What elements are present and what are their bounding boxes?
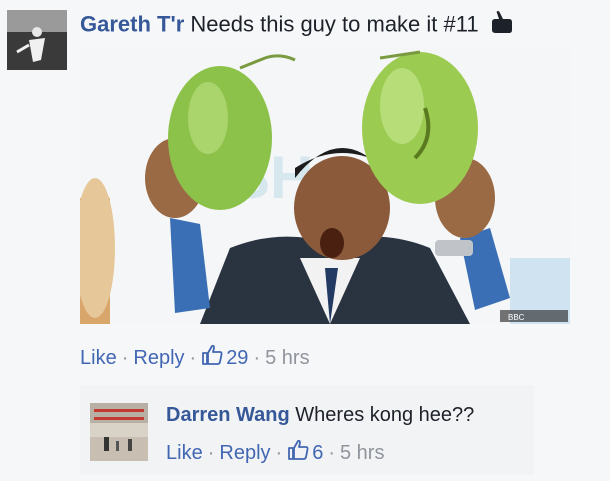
author-name[interactable]: Gareth T'r bbox=[80, 11, 184, 36]
separator: · bbox=[207, 441, 215, 464]
like-count[interactable]: 6 bbox=[312, 442, 323, 465]
attached-photo[interactable]: SH BBC bbox=[80, 48, 570, 324]
separator: · bbox=[253, 346, 261, 369]
comment-body: Gareth T'r Needs this guy to make it #11 bbox=[80, 10, 515, 41]
comment-body: Darren Wang Wheres kong hee?? bbox=[166, 401, 474, 429]
comment-gareth: Gareth T'r Needs this guy to make it #11… bbox=[0, 0, 610, 380]
avatar-photo bbox=[90, 403, 148, 461]
avatar-gareth[interactable] bbox=[7, 10, 67, 70]
reply-link[interactable]: Reply bbox=[133, 347, 184, 370]
thumbs-up-icon[interactable] bbox=[201, 344, 223, 372]
timestamp[interactable]: 5 hrs bbox=[340, 442, 384, 465]
separator: · bbox=[189, 346, 197, 369]
separator: · bbox=[121, 346, 129, 369]
avatar-photo bbox=[7, 10, 67, 70]
author-name[interactable]: Darren Wang bbox=[166, 404, 290, 426]
comment-text: Needs this guy to make it #11 bbox=[190, 11, 479, 37]
coconut-photo: SH BBC bbox=[80, 48, 570, 324]
reply-link[interactable]: Reply bbox=[219, 442, 270, 465]
thumbs-up-icon[interactable] bbox=[287, 439, 309, 467]
like-link[interactable]: Like bbox=[166, 442, 203, 465]
comment-actions: Like · Reply · 29 · 5 hrs bbox=[80, 344, 310, 372]
like-count[interactable]: 29 bbox=[226, 347, 248, 370]
pointing-hand-icon bbox=[489, 10, 515, 41]
comment-actions: Like · Reply · 6 · 5 hrs bbox=[166, 439, 384, 467]
comment-darren: Darren Wang Wheres kong hee?? Like · Rep… bbox=[80, 385, 534, 475]
separator: · bbox=[328, 441, 335, 464]
comment-text: Wheres kong hee?? bbox=[295, 404, 475, 426]
avatar-darren[interactable] bbox=[90, 403, 148, 461]
photo-watermark: BBC bbox=[508, 313, 525, 322]
timestamp[interactable]: 5 hrs bbox=[265, 347, 309, 370]
like-link[interactable]: Like bbox=[80, 347, 117, 370]
separator: · bbox=[275, 441, 283, 464]
